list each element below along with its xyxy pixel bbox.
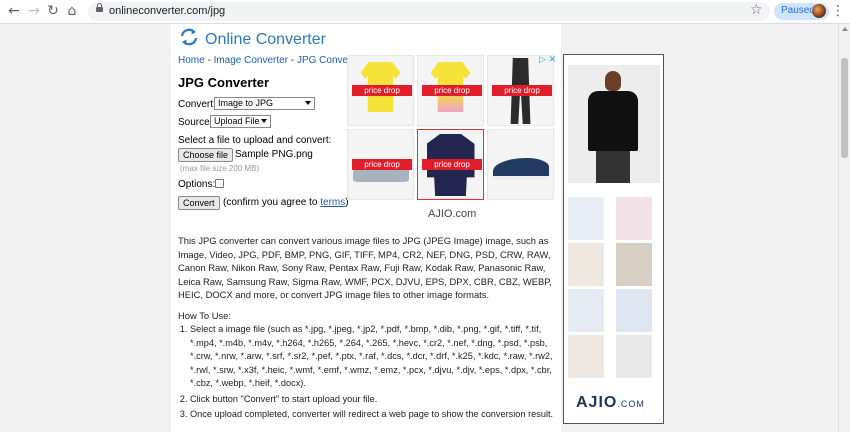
convert-type-value: Image to JPG	[218, 98, 274, 108]
breadcrumb-separator: -	[288, 55, 297, 66]
ajio-logo-suffix: .COM	[617, 399, 645, 409]
price-drop-badge: price drop	[422, 85, 482, 96]
profile-status: Paused	[781, 5, 815, 16]
logo-arrows-icon	[180, 28, 198, 46]
max-size-note: (max file size 200 MB)	[180, 164, 260, 173]
forward-icon[interactable]: →	[26, 3, 42, 19]
lock-icon	[96, 3, 103, 12]
ad-brand-caption[interactable]: AJIO.com	[428, 208, 476, 220]
ad-product-yellow-tee[interactable]: price drop	[347, 55, 414, 126]
list-item: Click button "Convert" to start upload y…	[190, 393, 556, 407]
price-drop-badge: price drop	[492, 85, 552, 96]
confirm-prefix: (confirm you agree to	[223, 197, 321, 208]
options-checkbox[interactable]	[215, 179, 224, 188]
page-title: JPG Converter	[178, 75, 270, 90]
model-photo	[568, 65, 660, 183]
home-icon[interactable]: ⌂	[64, 3, 80, 19]
selected-file-name: Sample PNG.png	[235, 149, 313, 160]
breadcrumb-separator: -	[204, 55, 214, 66]
ad-product-sneaker-navy[interactable]	[487, 129, 554, 200]
chevron-down-icon	[261, 119, 267, 123]
breadcrumb-image-converter[interactable]: Image Converter	[214, 55, 288, 66]
select-file-prompt: Select a file to upload and convert:	[178, 135, 332, 146]
bookmark-star-icon[interactable]: ☆	[750, 2, 763, 18]
price-drop-badge: price drop	[352, 159, 412, 170]
how-to-steps: Select a image file (such as *.jpg, *.jp…	[178, 323, 556, 424]
profile-button[interactable]: Paused	[774, 3, 829, 20]
page-scrollbar[interactable]	[838, 24, 850, 432]
ad-banner[interactable]: price drop price drop price drop price d…	[347, 55, 554, 202]
options-label: Options:	[178, 179, 216, 190]
thumb-product[interactable]	[616, 289, 652, 332]
chevron-down-icon	[305, 101, 311, 105]
list-item: Once upload completed, converter will re…	[190, 408, 556, 422]
menu-icon[interactable]: ⋮	[831, 3, 845, 19]
source-select[interactable]: Upload File	[210, 115, 271, 128]
avatar	[812, 4, 826, 18]
convert-type-select[interactable]: Image to JPG	[214, 97, 315, 110]
ad-product-trousers[interactable]: price drop	[487, 55, 554, 126]
source-label: Source:	[178, 117, 213, 128]
breadcrumb-home[interactable]: Home	[178, 55, 205, 66]
ad-choices-icon[interactable]: ▷ ✕	[539, 55, 556, 65]
model-bottom	[596, 151, 630, 183]
list-item: Select a image file (such as *.jpg, *.jp…	[190, 323, 556, 391]
thumb-product[interactable]	[568, 335, 604, 378]
scrollbar-thumb[interactable]	[841, 58, 848, 158]
address-bar[interactable]: onlineconverter.com/jpg	[88, 2, 770, 21]
thumb-product[interactable]	[568, 289, 604, 332]
confirm-text: (confirm you agree to terms)	[223, 197, 349, 208]
browser-toolbar: ← → ↻ ⌂ onlineconverter.com/jpg ☆ Paused…	[0, 0, 850, 24]
ajio-logo-text: AJIO	[576, 394, 618, 411]
choose-file-button[interactable]: Choose file	[178, 148, 234, 162]
reload-icon[interactable]: ↻	[45, 3, 61, 19]
ad-product-sneaker-grey[interactable]: price drop	[347, 129, 414, 200]
source-value: Upload File	[214, 116, 260, 126]
thumb-product[interactable]	[616, 243, 652, 286]
page-viewport: Online Converter Home - Image Converter …	[0, 24, 838, 432]
back-icon[interactable]: ←	[6, 3, 22, 19]
side-ad-banner[interactable]: AJIO.COM	[563, 54, 664, 424]
price-drop-badge: price drop	[352, 85, 412, 96]
scroll-up-icon[interactable]	[842, 27, 848, 31]
ad-product-navy-tee[interactable]: price drop	[417, 129, 484, 200]
price-drop-badge: price drop	[422, 159, 482, 170]
thumb-product[interactable]	[616, 335, 652, 378]
thumb-product[interactable]	[568, 197, 604, 240]
convert-label: Convert:	[178, 99, 216, 110]
sneaker-image	[492, 158, 549, 180]
logo-text: Online Converter	[205, 31, 326, 48]
convert-button[interactable]: Convert	[178, 196, 220, 210]
model-head	[605, 71, 621, 91]
terms-link[interactable]: terms	[320, 197, 345, 208]
url-text: onlineconverter.com/jpg	[109, 5, 226, 17]
breadcrumb: Home - Image Converter - JPG Converter	[178, 55, 363, 66]
thumb-product[interactable]	[616, 197, 652, 240]
how-to-heading: How To Use:	[178, 310, 231, 321]
description-text: This JPG converter can convert various i…	[178, 235, 552, 300]
thumb-product[interactable]	[568, 243, 604, 286]
ajio-logo[interactable]: AJIO.COM	[576, 394, 645, 412]
main-content: Online Converter Home - Image Converter …	[171, 24, 561, 432]
ad-product-yellow-tee-2[interactable]: price drop	[417, 55, 484, 126]
model-top	[588, 91, 638, 151]
